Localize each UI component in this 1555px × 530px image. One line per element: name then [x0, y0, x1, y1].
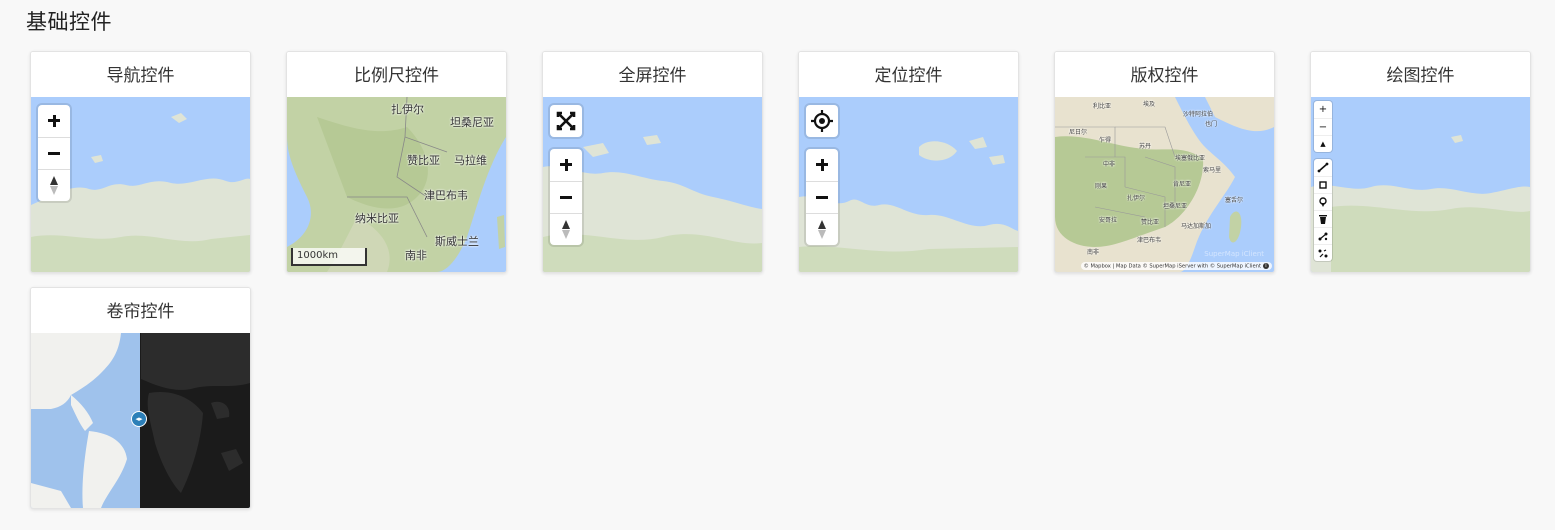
map-label: 南非: [1087, 249, 1100, 256]
map-label: 安哥拉: [1099, 217, 1118, 224]
page-title: 基础控件: [26, 10, 112, 34]
map-label: 津巴布韦: [424, 189, 468, 202]
map-preview[interactable]: 扎伊尔 坦桑尼亚 赞比亚 马拉维 津巴布韦 纳米比亚 斯威士兰 南非 1000k…: [287, 97, 506, 272]
map-label: 埃及: [1143, 101, 1156, 108]
map-label: 利比亚: [1093, 103, 1112, 110]
card-fullscreen[interactable]: 全屏控件: [542, 51, 763, 273]
zoom-out-button[interactable]: −: [1314, 118, 1332, 135]
card-title: 导航控件: [31, 52, 250, 97]
map-label: 沙特阿拉伯: [1183, 111, 1214, 118]
map-preview[interactable]: + − ▲: [1311, 97, 1530, 272]
map-preview[interactable]: ◂▸: [31, 333, 250, 508]
card-scale[interactable]: 比例尺控件 扎伊尔 坦桑尼亚 赞比亚 马拉维 津巴布韦 纳米比亚 斯威士兰 南非…: [286, 51, 507, 273]
zoom-in-button[interactable]: [38, 105, 70, 137]
marker-icon[interactable]: [1314, 193, 1332, 210]
polygon-icon[interactable]: [1314, 176, 1332, 193]
fullscreen-control: [550, 105, 582, 137]
crosshair-icon: [811, 110, 833, 132]
navigation-control: [38, 105, 70, 201]
map-label: 赞比亚: [407, 154, 440, 167]
compass-south: [818, 230, 826, 239]
combine-icon[interactable]: [1314, 227, 1332, 244]
map-label: 纳米比亚: [355, 212, 399, 225]
map-label: 也门: [1205, 121, 1218, 128]
zoom-out-button[interactable]: [806, 181, 838, 213]
zoom-out-button[interactable]: [38, 137, 70, 169]
navigation-control: + − ▲: [1314, 101, 1332, 152]
trash-icon[interactable]: [1314, 210, 1332, 227]
card-title: 绘图控件: [1311, 52, 1530, 97]
navigation-control: [806, 149, 838, 245]
map-preview[interactable]: 利比亚 埃及 沙特阿拉伯 也门 尼日尔 乍得 苏丹 埃塞俄比亚 索马里 中非 刚…: [1055, 97, 1274, 272]
zoom-in-button[interactable]: [550, 149, 582, 181]
card-title: 卷帘控件: [31, 288, 250, 333]
map-label: 埃塞俄比亚: [1175, 155, 1206, 162]
draw-control: [1314, 159, 1332, 261]
map-label: 肯尼亚: [1173, 181, 1192, 188]
zoom-in-button[interactable]: [806, 149, 838, 181]
compass-south: [50, 186, 58, 195]
navigation-control: [550, 149, 582, 245]
map-label: 乍得: [1099, 137, 1112, 144]
compass-icon: [818, 220, 826, 229]
map-label: 马拉维: [454, 154, 487, 167]
map-label: 马达加斯加: [1181, 223, 1212, 230]
map-background: [1055, 97, 1274, 272]
map-label: 刚果: [1095, 183, 1108, 190]
geolocate-control: [806, 105, 838, 137]
line-icon[interactable]: [1314, 159, 1332, 176]
map-label: 扎伊尔: [391, 103, 424, 116]
compass-icon: [50, 176, 58, 185]
zoom-in-button[interactable]: +: [1314, 101, 1332, 118]
map-label: 坦桑尼亚: [450, 116, 494, 129]
map-preview[interactable]: [799, 97, 1018, 272]
map-label: 赞比亚: [1141, 219, 1160, 226]
map-preview[interactable]: [543, 97, 762, 272]
card-swipe[interactable]: 卷帘控件 ◂▸: [30, 287, 251, 509]
card-title: 定位控件: [799, 52, 1018, 97]
card-copyright[interactable]: 版权控件 利比亚 埃及 沙特阿拉伯 也门 尼日尔 乍得 苏丹 埃塞俄比亚 索马里…: [1054, 51, 1275, 273]
map-preview[interactable]: [31, 97, 250, 272]
map-label: 中非: [1103, 161, 1116, 168]
card-geolocate[interactable]: 定位控件: [798, 51, 1019, 273]
map-label: 塞舌尔: [1225, 197, 1244, 204]
card-title: 比例尺控件: [287, 52, 506, 97]
map-label: 坦桑尼亚: [1163, 203, 1188, 210]
map-label: 南非: [405, 249, 427, 262]
supermap-watermark: SuperMap iClient: [1204, 250, 1264, 258]
attribution-control[interactable]: © Mapbox | Map Data © SuperMap iServer w…: [1080, 261, 1272, 270]
map-label: 索马里: [1203, 167, 1222, 174]
map-background: [1311, 135, 1530, 272]
card-draw[interactable]: 绘图控件 + − ▲: [1310, 51, 1531, 273]
map-label: 津巴布韦: [1137, 237, 1162, 244]
map-label: 尼日尔: [1069, 129, 1088, 136]
card-title: 版权控件: [1055, 52, 1274, 97]
compass-button[interactable]: ▲: [1314, 135, 1332, 152]
compass-button[interactable]: [806, 213, 838, 245]
info-icon[interactable]: i: [1263, 262, 1269, 269]
card-navigation[interactable]: 导航控件: [30, 51, 251, 273]
map-label: 斯威士兰: [435, 235, 479, 248]
card-title: 全屏控件: [543, 52, 762, 97]
map-label: 苏丹: [1139, 143, 1152, 150]
compass-south: [562, 230, 570, 239]
swipe-handle[interactable]: ◂▸: [131, 411, 147, 427]
fullscreen-button[interactable]: [550, 105, 582, 137]
map-label: 扎伊尔: [1127, 195, 1146, 202]
scale-control: 1000km: [291, 248, 367, 266]
fullscreen-icon: [556, 111, 576, 131]
geolocate-button[interactable]: [806, 105, 838, 137]
compass-button[interactable]: [38, 169, 70, 201]
uncombine-icon[interactable]: [1314, 244, 1332, 261]
zoom-out-button[interactable]: [550, 181, 582, 213]
attribution-text: © Mapbox | Map Data © SuperMap iServer w…: [1083, 263, 1261, 269]
compass-icon: [562, 220, 570, 229]
compass-button[interactable]: [550, 213, 582, 245]
